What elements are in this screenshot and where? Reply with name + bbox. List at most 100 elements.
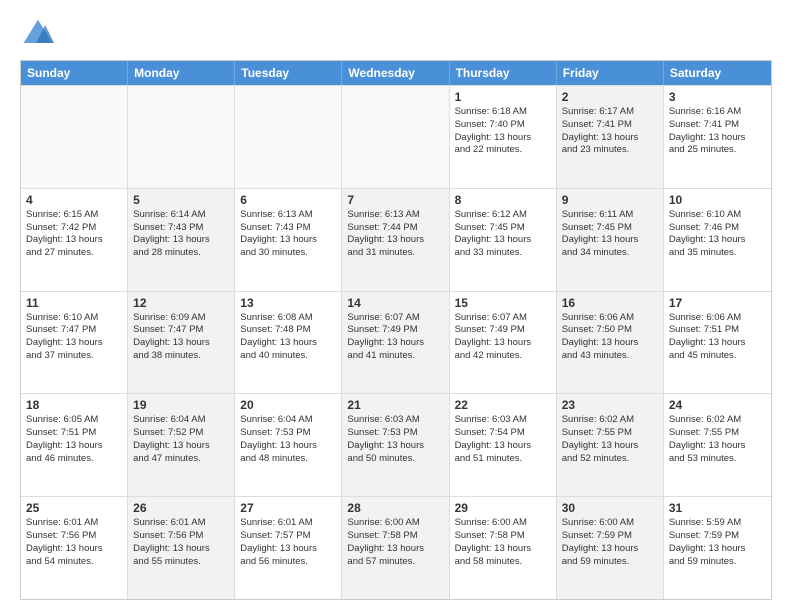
- header: [20, 16, 772, 52]
- cell-line: Sunset: 7:53 PM: [347, 427, 443, 440]
- day-number: 18: [26, 398, 122, 412]
- cell-line: Sunrise: 6:07 AM: [455, 312, 551, 325]
- header-cell-monday: Monday: [128, 61, 235, 85]
- cal-row-1: 4Sunrise: 6:15 AMSunset: 7:42 PMDaylight…: [21, 188, 771, 291]
- cell-line: Daylight: 13 hours: [455, 543, 551, 556]
- cell-line: Sunrise: 6:03 AM: [455, 414, 551, 427]
- cell-line: and 35 minutes.: [669, 247, 766, 260]
- header-cell-friday: Friday: [557, 61, 664, 85]
- cal-cell: 30Sunrise: 6:00 AMSunset: 7:59 PMDayligh…: [557, 497, 664, 599]
- cell-line: Sunrise: 6:02 AM: [562, 414, 658, 427]
- day-number: 30: [562, 501, 658, 515]
- logo-icon: [20, 16, 56, 52]
- day-number: 17: [669, 296, 766, 310]
- cell-line: Sunrise: 6:07 AM: [347, 312, 443, 325]
- cell-line: Sunset: 7:55 PM: [562, 427, 658, 440]
- cal-cell: 21 Sunrise: 6:03 AMSunset: 7:53 PMDayligh…: [342, 394, 449, 496]
- day-number: 27: [240, 501, 336, 515]
- cell-line: Sunset: 7:56 PM: [133, 530, 229, 543]
- cell-line: Sunset: 7:51 PM: [26, 427, 122, 440]
- cell-line: and 53 minutes.: [669, 453, 766, 466]
- calendar-body: 1Sunrise: 6:18 AMSunset: 7:40 PMDaylight…: [21, 85, 771, 599]
- cell-line: and 22 minutes.: [455, 144, 551, 157]
- cell-line: Daylight: 13 hours: [347, 234, 443, 247]
- cell-line: and 42 minutes.: [455, 350, 551, 363]
- cell-line: and 33 minutes.: [455, 247, 551, 260]
- cell-line: Sunset: 7:43 PM: [240, 222, 336, 235]
- cal-cell: 14Sunrise: 6:07 AMSunset: 7:49 PMDayligh…: [342, 292, 449, 394]
- cell-line: Sunrise: 6:10 AM: [26, 312, 122, 325]
- day-number: 24: [669, 398, 766, 412]
- day-number: 11: [26, 296, 122, 310]
- cal-cell: 7Sunrise: 6:13 AMSunset: 7:44 PMDaylight…: [342, 189, 449, 291]
- cell-line: Daylight: 13 hours: [669, 543, 766, 556]
- calendar: SundayMondayTuesdayWednesdayThursdayFrid…: [20, 60, 772, 600]
- cell-line: Sunset: 7:45 PM: [455, 222, 551, 235]
- cell-line: Sunrise: 5:59 AM: [669, 517, 766, 530]
- cell-line: Sunrise: 6:00 AM: [562, 517, 658, 530]
- cal-cell: 2Sunrise: 6:17 AMSunset: 7:41 PMDaylight…: [557, 86, 664, 188]
- cell-line: Daylight: 13 hours: [669, 132, 766, 145]
- cell-line: Sunset: 7:56 PM: [26, 530, 122, 543]
- cell-line: Sunset: 7:45 PM: [562, 222, 658, 235]
- cell-line: Daylight: 13 hours: [26, 440, 122, 453]
- cal-cell: 25Sunrise: 6:01 AMSunset: 7:56 PMDayligh…: [21, 497, 128, 599]
- header-cell-wednesday: Wednesday: [342, 61, 449, 85]
- cell-line: Sunset: 7:49 PM: [455, 324, 551, 337]
- cal-row-3: 18Sunrise: 6:05 AMSunset: 7:51 PMDayligh…: [21, 393, 771, 496]
- cell-line: Daylight: 13 hours: [455, 234, 551, 247]
- cell-line: Sunset: 7:41 PM: [669, 119, 766, 132]
- day-number: 21: [347, 398, 443, 412]
- cell-line: Sunrise: 6:06 AM: [669, 312, 766, 325]
- cal-cell: 15Sunrise: 6:07 AMSunset: 7:49 PMDayligh…: [450, 292, 557, 394]
- cell-line: Daylight: 13 hours: [347, 440, 443, 453]
- cell-line: Sunset: 7:44 PM: [347, 222, 443, 235]
- cell-line: Sunrise: 6:01 AM: [26, 517, 122, 530]
- cell-line: Daylight: 13 hours: [669, 234, 766, 247]
- cal-cell: [342, 86, 449, 188]
- cell-line: and 54 minutes.: [26, 556, 122, 569]
- cal-cell: 17Sunrise: 6:06 AMSunset: 7:51 PMDayligh…: [664, 292, 771, 394]
- cell-line: Sunset: 7:54 PM: [455, 427, 551, 440]
- day-number: 19: [133, 398, 229, 412]
- cell-line: Sunset: 7:40 PM: [455, 119, 551, 132]
- cal-cell: 11Sunrise: 6:10 AMSunset: 7:47 PMDayligh…: [21, 292, 128, 394]
- cell-line: Sunset: 7:57 PM: [240, 530, 336, 543]
- day-number: 25: [26, 501, 122, 515]
- day-number: 22: [455, 398, 551, 412]
- cell-line: and 50 minutes.: [347, 453, 443, 466]
- cell-line: Sunset: 7:48 PM: [240, 324, 336, 337]
- cell-line: Sunrise: 6:11 AM: [562, 209, 658, 222]
- cal-cell: 22Sunrise: 6:03 AMSunset: 7:54 PMDayligh…: [450, 394, 557, 496]
- day-number: 23: [562, 398, 658, 412]
- cell-line: Sunrise: 6:18 AM: [455, 106, 551, 119]
- cal-cell: 12Sunrise: 6:09 AMSunset: 7:47 PMDayligh…: [128, 292, 235, 394]
- cell-line: Sunrise: 6:01 AM: [240, 517, 336, 530]
- cell-line: and 46 minutes.: [26, 453, 122, 466]
- day-number: 9: [562, 193, 658, 207]
- cal-cell: 6Sunrise: 6:13 AMSunset: 7:43 PMDaylight…: [235, 189, 342, 291]
- cal-cell: 10Sunrise: 6:10 AMSunset: 7:46 PMDayligh…: [664, 189, 771, 291]
- cal-cell: 23Sunrise: 6:02 AMSunset: 7:55 PMDayligh…: [557, 394, 664, 496]
- cal-cell: 31Sunrise: 5:59 AMSunset: 7:59 PMDayligh…: [664, 497, 771, 599]
- cell-line: Sunrise: 6:15 AM: [26, 209, 122, 222]
- cal-cell: 19Sunrise: 6:04 AMSunset: 7:52 PMDayligh…: [128, 394, 235, 496]
- cell-line: and 23 minutes.: [562, 144, 658, 157]
- cell-line: Sunrise: 6:03 AM: [347, 414, 443, 427]
- cell-line: Sunset: 7:59 PM: [669, 530, 766, 543]
- day-number: 16: [562, 296, 658, 310]
- cell-line: and 38 minutes.: [133, 350, 229, 363]
- cell-line: and 31 minutes.: [347, 247, 443, 260]
- cell-line: Sunset: 7:42 PM: [26, 222, 122, 235]
- cell-line: Sunset: 7:59 PM: [562, 530, 658, 543]
- cal-cell: 20Sunrise: 6:04 AMSunset: 7:53 PMDayligh…: [235, 394, 342, 496]
- cal-cell: [128, 86, 235, 188]
- cell-line: Daylight: 13 hours: [562, 337, 658, 350]
- cell-line: and 40 minutes.: [240, 350, 336, 363]
- cell-line: Sunset: 7:50 PM: [562, 324, 658, 337]
- cell-line: Sunset: 7:55 PM: [669, 427, 766, 440]
- header-cell-sunday: Sunday: [21, 61, 128, 85]
- cell-line: Daylight: 13 hours: [240, 234, 336, 247]
- cell-line: Sunrise: 6:00 AM: [455, 517, 551, 530]
- cal-cell: 16Sunrise: 6:06 AMSunset: 7:50 PMDayligh…: [557, 292, 664, 394]
